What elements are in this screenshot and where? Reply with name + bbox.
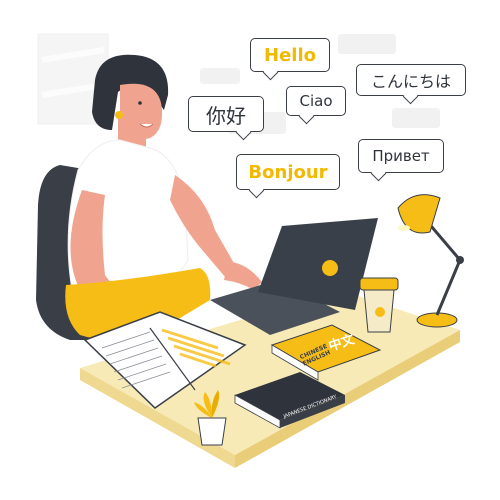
bubble-nihao-text: 你好 — [206, 103, 246, 128]
desk-lamp — [397, 194, 464, 328]
bubble-bonjour: Bonjour — [236, 154, 340, 190]
bubble-ciao: Ciao — [286, 86, 346, 116]
hand-on-laptop — [224, 262, 262, 290]
eye — [138, 101, 142, 105]
laptop-logo — [322, 260, 338, 276]
bubble-nihao: 你好 — [188, 96, 264, 132]
bubble-konnichiwa: こんにちは — [356, 64, 466, 96]
bubble-hello-text: Hello — [264, 44, 316, 66]
ghost-label — [338, 34, 396, 54]
bubble-privet: Привет — [358, 139, 444, 173]
bubble-bonjour-text: Bonjour — [248, 161, 328, 183]
bubble-privet-text: Привет — [372, 147, 430, 165]
bubble-ciao-text: Ciao — [299, 92, 333, 110]
earring — [115, 111, 123, 119]
bubble-hello: Hello — [250, 38, 330, 72]
bubble-konnichiwa-text: こんにちは — [370, 72, 451, 91]
ghost-label — [392, 108, 440, 128]
ghost-label — [200, 68, 240, 84]
